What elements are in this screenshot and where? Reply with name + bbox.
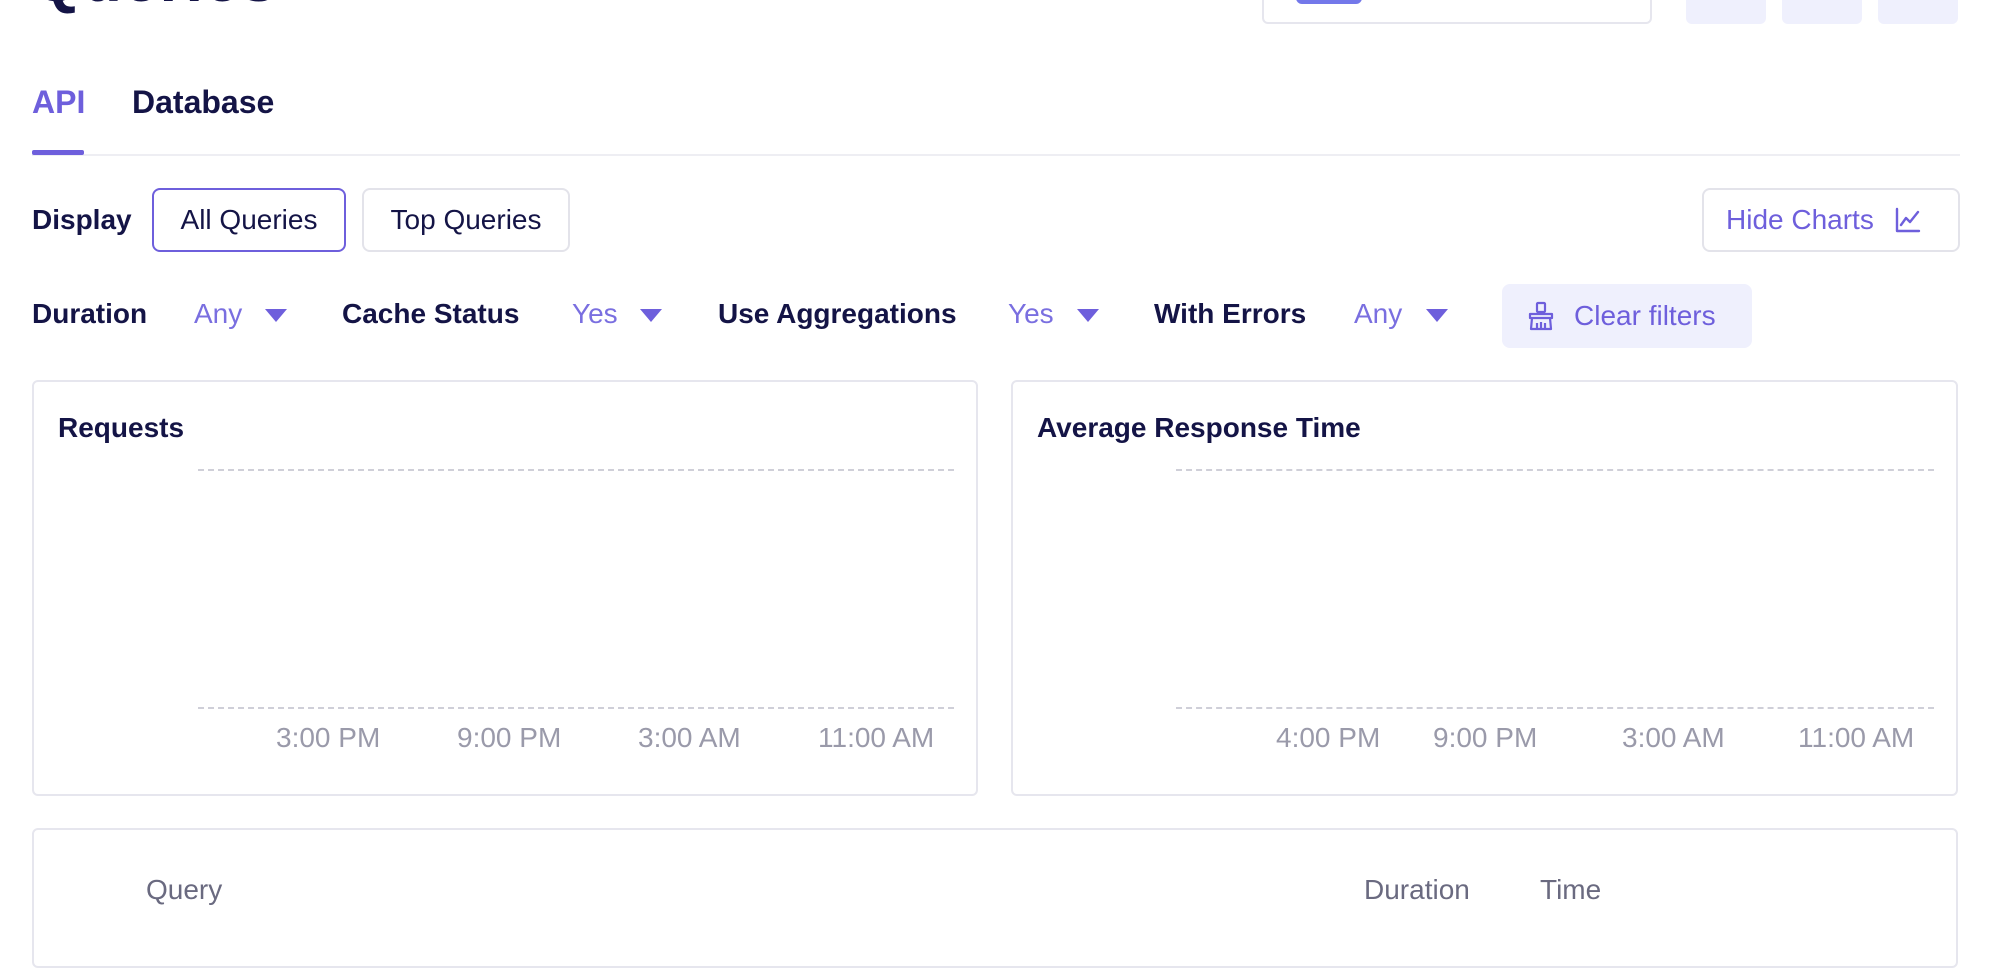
- x-tick-label: 3:00 AM: [638, 722, 741, 753]
- chart-baseline: [1176, 707, 1934, 709]
- x-tick-label: 4:00 PM: [1276, 722, 1381, 753]
- broom-icon: [1528, 301, 1554, 331]
- x-tick-label: 3:00 AM: [1622, 722, 1725, 753]
- x-tick-label: 9:00 PM: [1433, 722, 1538, 753]
- filter-cache-status-value[interactable]: Yes: [572, 298, 618, 330]
- column-header-duration[interactable]: Duration: [1364, 874, 1470, 906]
- top-queries-button[interactable]: Top Queries: [362, 188, 570, 252]
- clear-filters-label: Clear filters: [1574, 300, 1716, 331]
- tabs-divider: [32, 154, 1960, 156]
- header-action-button-2[interactable]: [1782, 0, 1862, 24]
- filter-with-errors-label: With Errors: [1154, 298, 1307, 329]
- chevron-down-icon[interactable]: [265, 309, 287, 322]
- filter-duration-label: Duration: [32, 298, 148, 329]
- date-range-picker[interactable]: [1262, 0, 1652, 24]
- all-queries-button[interactable]: All Queries: [152, 188, 346, 252]
- filter-use-aggregations-value[interactable]: Yes: [1008, 298, 1054, 330]
- header-action-button-1[interactable]: [1686, 0, 1766, 24]
- column-header-time[interactable]: Time: [1540, 874, 1601, 906]
- average-response-time-chart-title: Average Response Time: [1037, 412, 1361, 443]
- page-title: Queries: [32, 0, 277, 16]
- clear-filters-button[interactable]: Clear filters: [1502, 284, 1752, 348]
- display-label: Display: [32, 204, 132, 235]
- tab-database[interactable]: Database: [132, 84, 274, 121]
- line-chart-icon: [1895, 207, 1921, 233]
- queries-table: [32, 828, 1958, 968]
- x-tick-label: 11:00 AM: [818, 722, 935, 753]
- chevron-down-icon[interactable]: [1426, 309, 1448, 322]
- chart-gridline: [198, 469, 954, 471]
- chevron-down-icon[interactable]: [1077, 309, 1099, 322]
- chevron-down-icon[interactable]: [640, 309, 662, 322]
- filter-duration-value[interactable]: Any: [194, 298, 242, 330]
- filter-cache-status-label: Cache Status: [342, 298, 520, 329]
- hide-charts-label: Hide Charts: [1726, 204, 1874, 235]
- active-tab-indicator: [32, 150, 84, 155]
- requests-chart-title: Requests: [58, 412, 185, 443]
- chart-gridline: [1176, 469, 1934, 471]
- hide-charts-button[interactable]: Hide Charts: [1702, 188, 1960, 252]
- x-tick-label: 3:00 PM: [276, 722, 381, 753]
- chart-baseline: [198, 707, 954, 709]
- tab-api[interactable]: API: [32, 84, 85, 121]
- column-header-query[interactable]: Query: [146, 874, 222, 906]
- x-tick-label: 9:00 PM: [457, 722, 562, 753]
- filter-with-errors-value[interactable]: Any: [1354, 298, 1402, 330]
- x-tick-label: 11:00 AM: [1798, 722, 1915, 753]
- filter-use-aggregations-label: Use Aggregations: [718, 298, 957, 329]
- date-range-chip: [1296, 0, 1362, 4]
- header-action-button-3[interactable]: [1878, 0, 1958, 24]
